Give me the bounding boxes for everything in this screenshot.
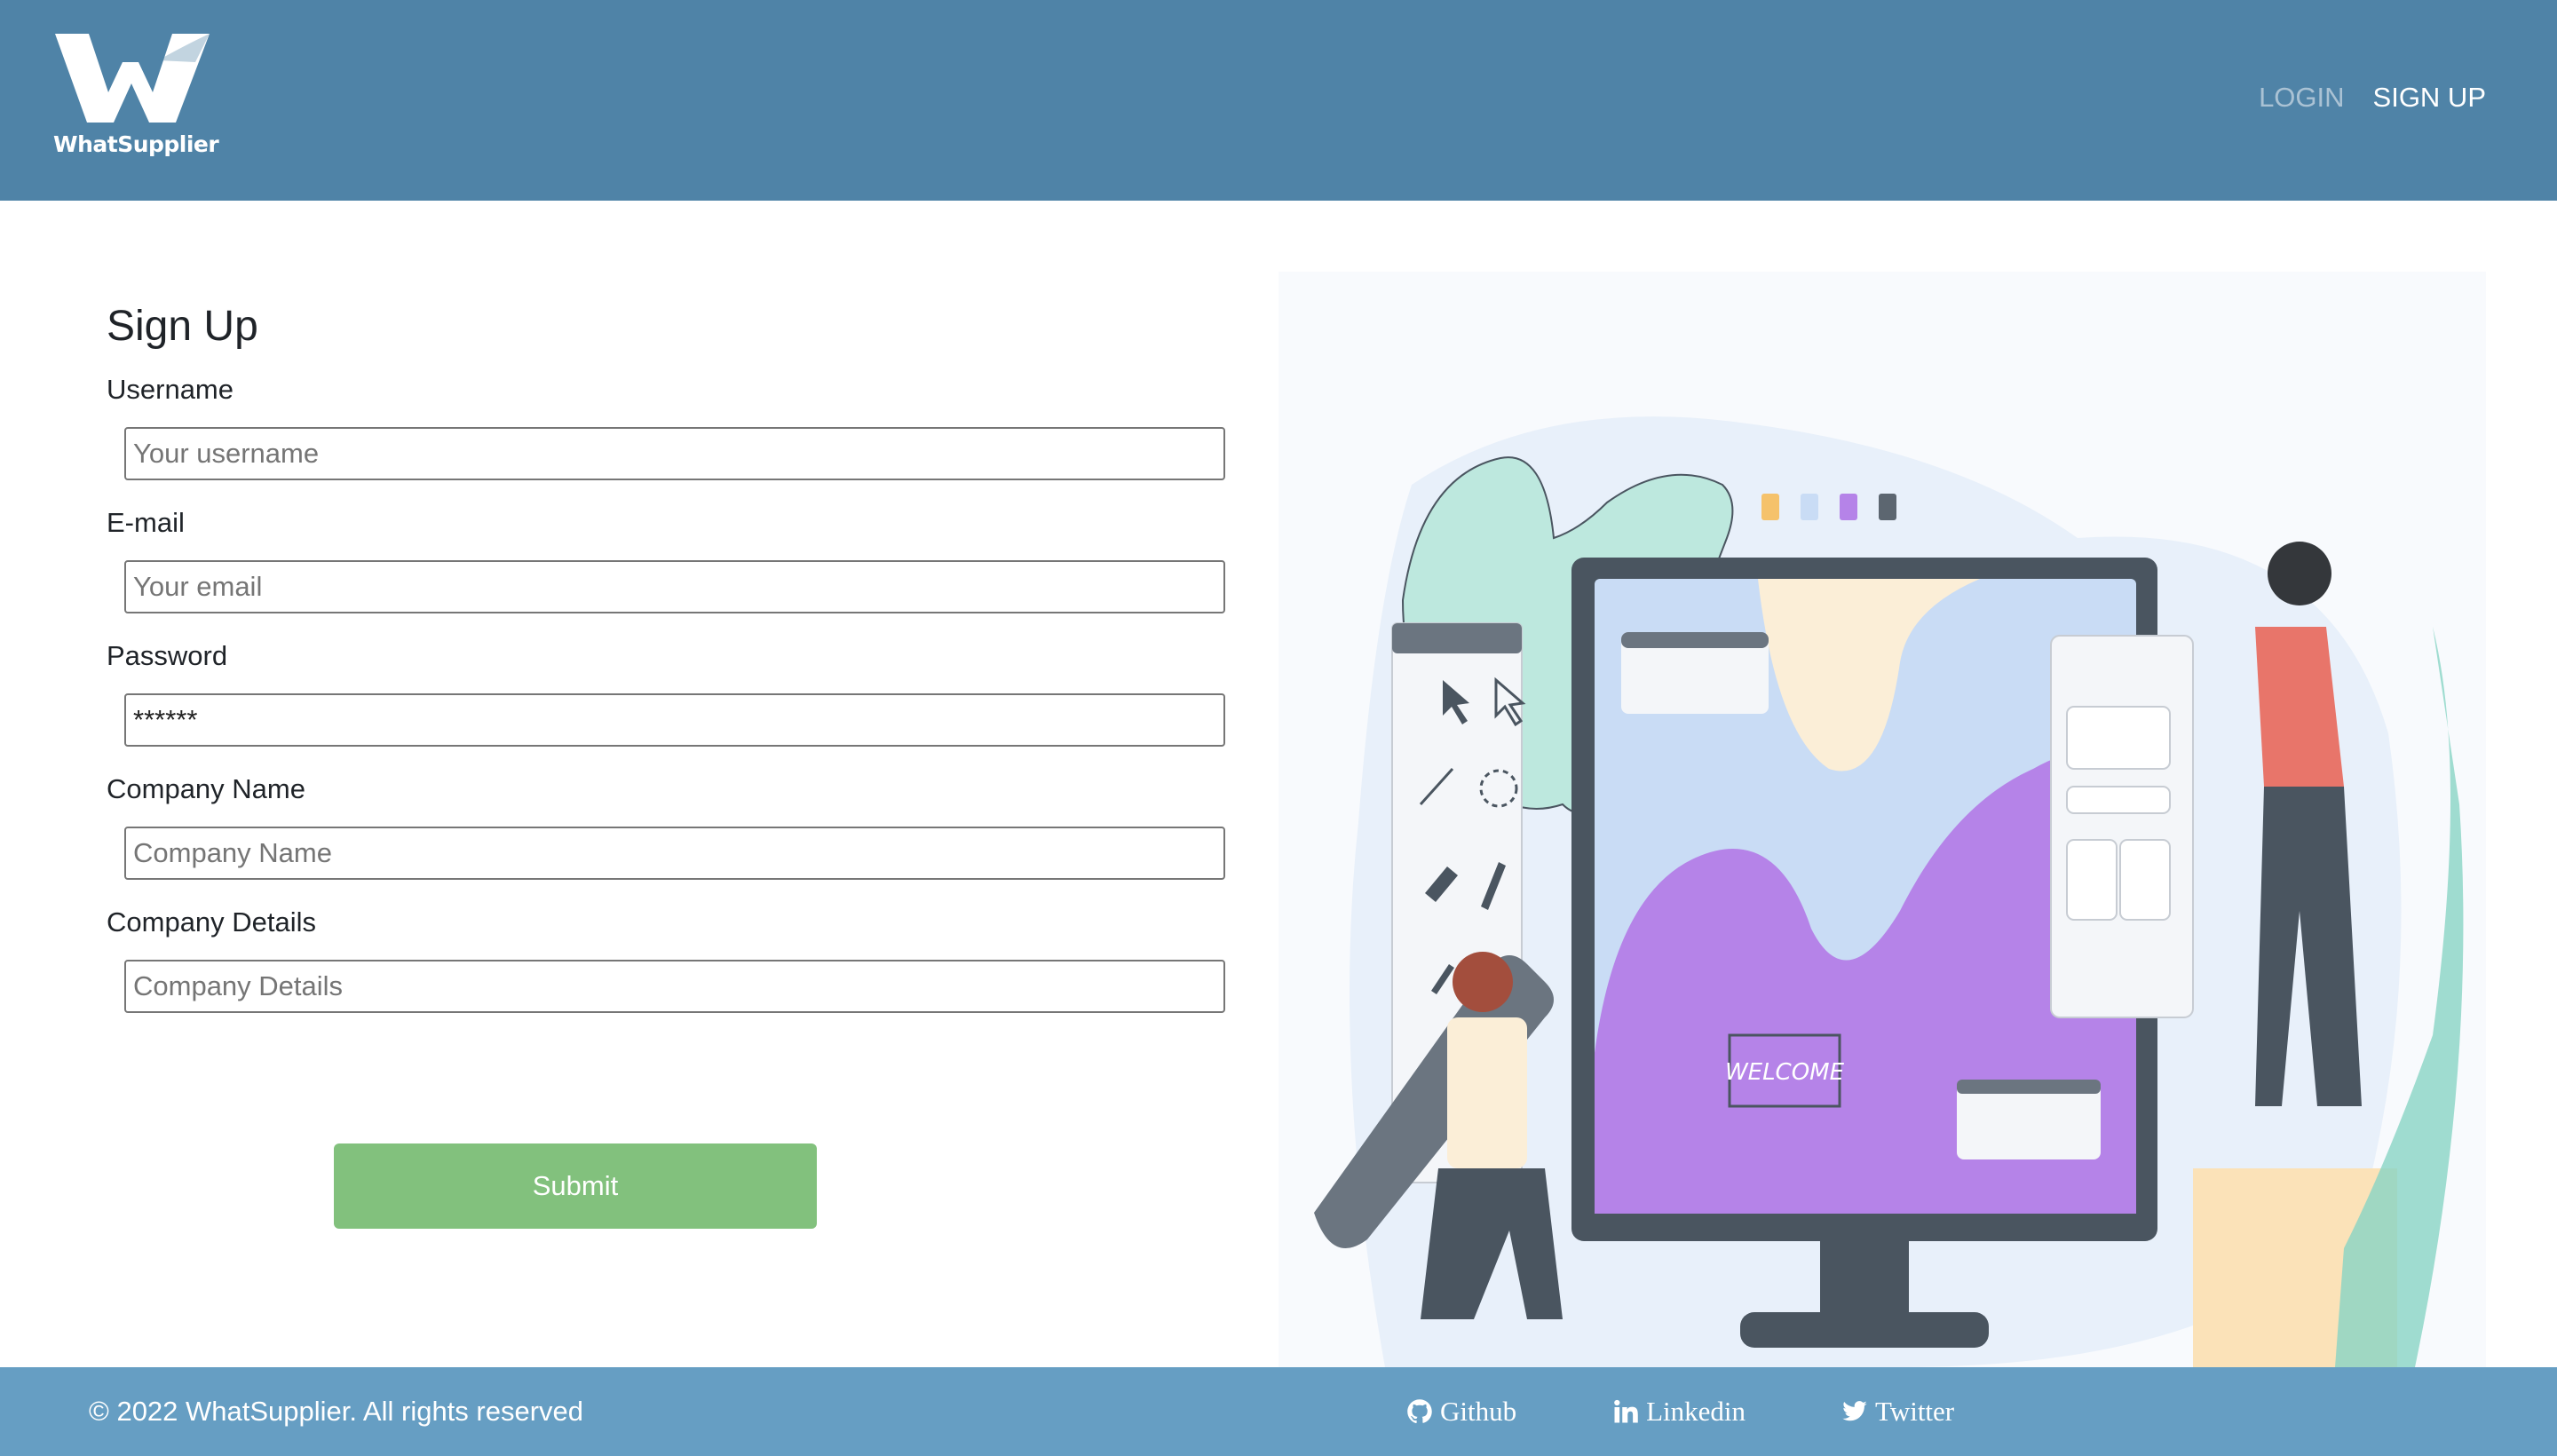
email-input[interactable] xyxy=(124,560,1225,613)
brand-logo[interactable]: WhatSupplier xyxy=(53,27,219,169)
w-logo-icon xyxy=(55,34,210,123)
submit-button[interactable]: Submit xyxy=(334,1143,817,1229)
social-links: Github Linkedin Twitter xyxy=(1406,1396,1954,1428)
company-details-input[interactable] xyxy=(124,960,1225,1013)
signup-form: Sign Up Username E-mail Password Company… xyxy=(107,302,1225,1229)
password-input[interactable] xyxy=(124,693,1225,747)
twitter-icon xyxy=(1842,1401,1867,1421)
twitter-label: Twitter xyxy=(1875,1396,1955,1427)
username-label: Username xyxy=(107,374,234,405)
company-name-input[interactable] xyxy=(124,827,1225,880)
signup-illustration: WELCOME xyxy=(1278,272,2486,1367)
github-icon xyxy=(1407,1399,1432,1424)
welcome-sign-text: WELCOME xyxy=(1725,1059,1845,1086)
nav-menu: LOGIN SIGN UP xyxy=(2259,82,2486,114)
github-link[interactable]: Github xyxy=(1406,1396,1516,1428)
nav-signup-link[interactable]: SIGN UP xyxy=(2373,82,2486,114)
copyright-text: © 2022 WhatSupplier. All rights reserved xyxy=(89,1396,584,1427)
form-title: Sign Up xyxy=(107,303,258,350)
linkedin-icon xyxy=(1614,1399,1638,1423)
linkedin-link[interactable]: Linkedin xyxy=(1612,1396,1746,1428)
linkedin-label: Linkedin xyxy=(1646,1396,1746,1427)
nav-login-link[interactable]: LOGIN xyxy=(2259,82,2344,114)
footer: © 2022 WhatSupplier. All rights reserved… xyxy=(0,1367,2557,1456)
company-name-label: Company Name xyxy=(107,773,305,804)
top-navbar: WhatSupplier LOGIN SIGN UP xyxy=(0,0,2557,201)
github-label: Github xyxy=(1440,1396,1517,1427)
username-input[interactable] xyxy=(124,427,1225,480)
password-label: Password xyxy=(107,640,228,671)
email-label: E-mail xyxy=(107,507,185,538)
designer-team-illustration: WELCOME xyxy=(1314,416,2464,1367)
twitter-link[interactable]: Twitter xyxy=(1841,1396,1954,1428)
company-details-label: Company Details xyxy=(107,906,317,938)
brand-name: WhatSupplier xyxy=(53,131,219,157)
